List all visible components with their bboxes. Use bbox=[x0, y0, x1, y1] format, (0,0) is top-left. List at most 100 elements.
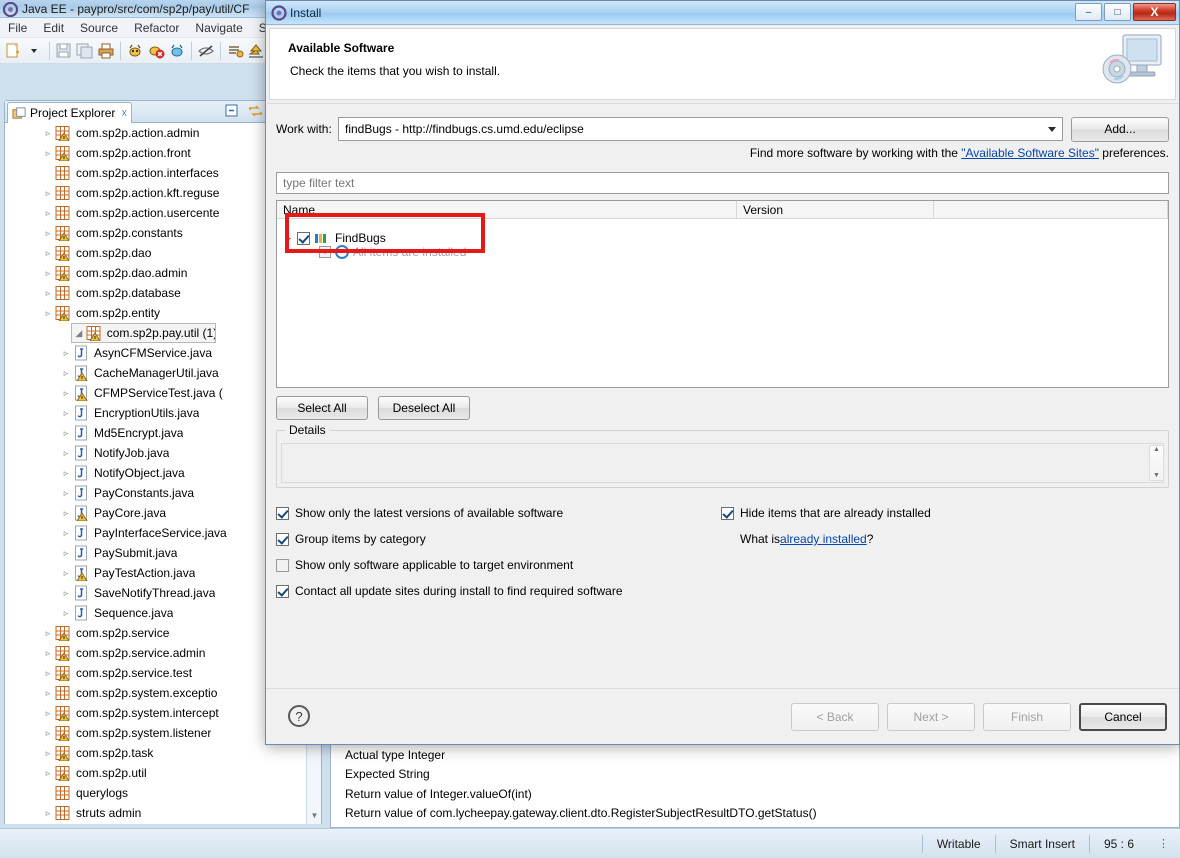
twisty-icon[interactable]: ▹ bbox=[41, 208, 55, 219]
tree-item[interactable]: querylogs bbox=[5, 783, 305, 803]
tree-item[interactable]: ▹ Sequence.java bbox=[5, 603, 305, 623]
add-site-button[interactable]: Add... bbox=[1071, 116, 1169, 142]
twisty-icon[interactable]: ▹ bbox=[59, 348, 73, 359]
tree-item[interactable]: ▹ com.sp2p.action.front bbox=[5, 143, 305, 163]
twisty-icon[interactable]: ▹ bbox=[41, 688, 55, 699]
twisty-icon[interactable]: ▹ bbox=[41, 188, 55, 199]
twisty-icon[interactable]: ▹ bbox=[59, 528, 73, 539]
tree-item[interactable]: ▹ com.sp2p.task bbox=[5, 743, 305, 763]
twisty-icon[interactable]: ▹ bbox=[41, 288, 55, 299]
twisty-icon[interactable]: ▹ bbox=[59, 488, 73, 499]
findbugs-report-icon[interactable] bbox=[167, 41, 187, 61]
column-header-version[interactable]: Version bbox=[737, 201, 934, 219]
findbugs-clear-icon[interactable] bbox=[146, 41, 166, 61]
twisty-icon[interactable]: ▹ bbox=[41, 228, 55, 239]
twisty-icon[interactable]: ▹ bbox=[41, 768, 55, 779]
twisty-icon[interactable]: ▹ bbox=[59, 408, 73, 419]
tab-project-explorer[interactable]: Project Explorer ☓ bbox=[7, 102, 133, 123]
twisty-icon[interactable]: ▹ bbox=[59, 568, 73, 579]
close-icon[interactable]: ☓ bbox=[121, 107, 127, 120]
menu-edit[interactable]: Edit bbox=[35, 21, 72, 35]
tree-item-selected[interactable]: ◢ com.sp2p.pay.util (1) bbox=[71, 323, 216, 343]
tree-item[interactable]: ▹ com.sp2p.dao.admin bbox=[5, 263, 305, 283]
option-applicable-target[interactable]: Show only software applicable to target … bbox=[276, 552, 1169, 578]
tree-item[interactable]: ▹ com.sp2p.service.admin bbox=[5, 643, 305, 663]
cancel-button[interactable]: Cancel bbox=[1079, 703, 1167, 731]
twisty-icon[interactable]: ▹ bbox=[59, 588, 73, 599]
select-all-button[interactable]: Select All bbox=[276, 396, 368, 420]
tree-item[interactable]: ▹ com.sp2p.system.intercept bbox=[5, 703, 305, 723]
save-all-icon[interactable] bbox=[75, 41, 95, 61]
checkbox[interactable] bbox=[276, 506, 289, 520]
chevron-down-icon[interactable] bbox=[1048, 127, 1056, 132]
tree-item[interactable]: ▹ com.sp2p.action.usercente bbox=[5, 203, 305, 223]
tree-item[interactable]: ▹ EncryptionUtils.java bbox=[5, 403, 305, 423]
checkbox[interactable] bbox=[276, 584, 289, 598]
tree-item[interactable]: ▹ CacheManagerUtil.java bbox=[5, 363, 305, 383]
tree-item[interactable]: ▹ com.sp2p.action.kft.reguse bbox=[5, 183, 305, 203]
print-icon[interactable] bbox=[96, 41, 116, 61]
help-icon[interactable]: ? bbox=[288, 705, 310, 727]
tree-item[interactable]: ▹ com.sp2p.util bbox=[5, 763, 305, 783]
link-with-editor-icon[interactable] bbox=[247, 103, 264, 120]
checkbox[interactable] bbox=[276, 532, 289, 546]
tree-item[interactable]: ▹ struts admin bbox=[5, 803, 305, 823]
twisty-icon[interactable]: ▹ bbox=[41, 728, 55, 739]
menu-navigate[interactable]: Navigate bbox=[187, 21, 250, 35]
twisty-icon[interactable]: ▹ bbox=[41, 748, 55, 759]
available-software-sites-link[interactable]: "Available Software Sites" bbox=[961, 146, 1099, 160]
work-with-combo[interactable]: findBugs - http://findbugs.cs.umd.edu/ec… bbox=[338, 117, 1063, 141]
menu-refactor[interactable]: Refactor bbox=[126, 21, 187, 35]
tree-item[interactable]: ▹ com.sp2p.service.test bbox=[5, 663, 305, 683]
option-hide-installed[interactable]: Hide items that are already installed bbox=[721, 500, 931, 526]
twisty-icon[interactable]: ▹ bbox=[41, 808, 55, 819]
twisty-icon[interactable]: ▹ bbox=[41, 648, 55, 659]
twisty-icon[interactable]: ▹ bbox=[41, 148, 55, 159]
twisty-icon[interactable]: ▹ bbox=[41, 708, 55, 719]
twisty-icon[interactable]: ▹ bbox=[59, 608, 73, 619]
menu-source[interactable]: Source bbox=[72, 21, 126, 35]
twisty-icon[interactable]: ▹ bbox=[59, 388, 73, 399]
twisty-icon[interactable]: ▹ bbox=[59, 368, 73, 379]
scroll-down-icon[interactable]: ▼ bbox=[1153, 472, 1160, 480]
tree-item[interactable]: ▹ com.sp2p.constants bbox=[5, 223, 305, 243]
row-checkbox[interactable] bbox=[297, 231, 310, 245]
twisty-icon[interactable]: ▹ bbox=[41, 308, 55, 319]
tree-item[interactable]: ▹ PayTestAction.java bbox=[5, 563, 305, 583]
expand-twisty-icon[interactable]: ▸ bbox=[281, 233, 297, 244]
tree-item[interactable]: ▹ com.sp2p.service bbox=[5, 623, 305, 643]
tree-item[interactable]: ▹ NotifyObject.java bbox=[5, 463, 305, 483]
tree-item[interactable]: ▹ PayInterfaceService.java bbox=[5, 523, 305, 543]
save-icon[interactable] bbox=[54, 41, 74, 61]
already-installed-link[interactable]: already installed bbox=[780, 532, 867, 546]
twisty-icon[interactable]: ▹ bbox=[59, 548, 73, 559]
maximize-button[interactable]: □ bbox=[1104, 3, 1131, 21]
menu-file[interactable]: File bbox=[0, 21, 35, 35]
twisty-icon[interactable]: ▹ bbox=[41, 128, 55, 139]
twisty-icon[interactable]: ▹ bbox=[41, 268, 55, 279]
tree-item[interactable]: ▹ AsynCFMService.java bbox=[5, 343, 305, 363]
tree-item[interactable]: ▹ com.sp2p.entity bbox=[5, 303, 305, 323]
twisty-icon[interactable]: ▹ bbox=[59, 448, 73, 459]
jump-to-icon[interactable] bbox=[246, 41, 266, 61]
hide-warnings-icon[interactable] bbox=[196, 41, 216, 61]
tree-item[interactable]: ▹ com.sp2p.dao bbox=[5, 243, 305, 263]
checkbox[interactable] bbox=[721, 506, 734, 520]
collapse-all-icon[interactable] bbox=[224, 103, 241, 120]
close-button[interactable]: X bbox=[1133, 3, 1176, 21]
next-button[interactable]: Next > bbox=[887, 703, 975, 731]
tree-item[interactable]: com.sp2p.action.interfaces bbox=[5, 163, 305, 183]
twisty-icon[interactable]: ▹ bbox=[59, 428, 73, 439]
tree-item[interactable]: ▹ NotifyJob.java bbox=[5, 443, 305, 463]
tree-item[interactable]: ▹ SaveNotifyThread.java bbox=[5, 583, 305, 603]
tree-item[interactable]: ▹ PaySubmit.java bbox=[5, 543, 305, 563]
twisty-icon[interactable]: ▹ bbox=[41, 668, 55, 679]
deselect-all-button[interactable]: Deselect All bbox=[378, 396, 470, 420]
twisty-icon[interactable]: ▹ bbox=[59, 468, 73, 479]
scroll-up-icon[interactable]: ▲ bbox=[1153, 446, 1160, 454]
tree-item[interactable]: ▹ com.sp2p.action.admin bbox=[5, 123, 305, 143]
option-contact-update-sites[interactable]: Contact all update sites during install … bbox=[276, 578, 1169, 604]
minimize-button[interactable]: – bbox=[1075, 3, 1102, 21]
tree-item[interactable]: ▹ com.sp2p.system.exceptio bbox=[5, 683, 305, 703]
twisty-icon[interactable]: ▹ bbox=[59, 508, 73, 519]
